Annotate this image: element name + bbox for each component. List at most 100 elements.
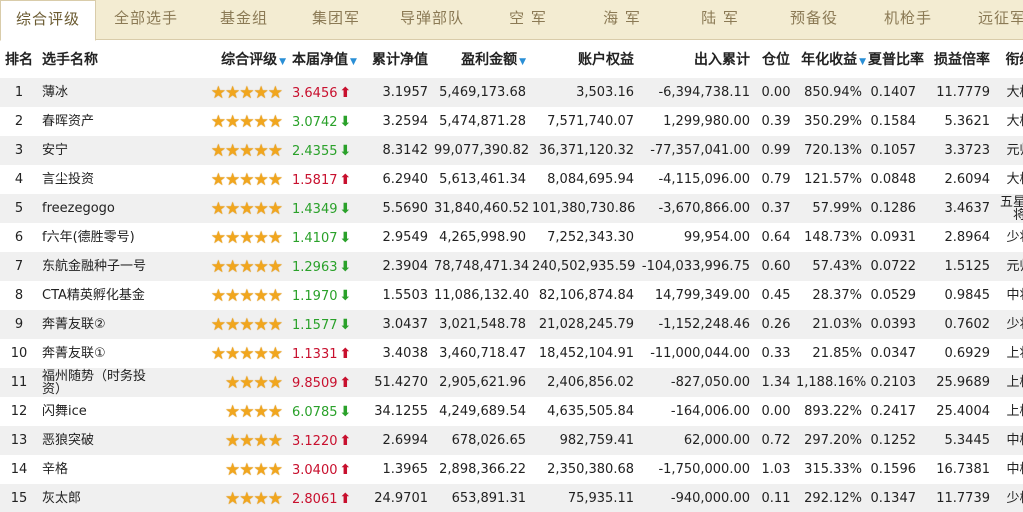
- col-rating[interactable]: 综合评级 ▼: [150, 40, 288, 78]
- tab-label: 机枪手: [883, 9, 932, 27]
- rank-cell: 5: [0, 194, 38, 223]
- tab-missile-force[interactable]: 导弹部队: [380, 0, 484, 40]
- table-row[interactable]: 2 春晖资产 ★★★★★ 3.0742 ⬇ 3.2594 5,474,871.28 7,571…: [0, 107, 1023, 136]
- nav-cell: 1.1970 ⬇: [288, 281, 362, 310]
- sharpe-cell: 0.0722: [868, 252, 922, 281]
- equity-cell: 4,635,505.84: [532, 397, 640, 426]
- profit-cell: 5,474,871.28: [434, 107, 532, 136]
- pl-ratio-cell: 25.4004: [922, 397, 996, 426]
- equity-cell: 982,759.41: [532, 426, 640, 455]
- tab-air-force[interactable]: 空 军: [484, 0, 572, 40]
- col-rank[interactable]: 排名: [0, 40, 38, 78]
- tab-overall-rating[interactable]: 综合评级: [0, 0, 96, 41]
- table-header-row: 排名 选手名称 综合评级 ▼ 本届净值 ▼ 累计净值 盈利金额 ▼ 账户权益 出入累计…: [0, 40, 1023, 78]
- profit-cell: 5,613,461.34: [434, 165, 532, 194]
- arrow-up-icon: ⬆: [339, 345, 352, 362]
- col-sharpe[interactable]: 夏普比率: [868, 40, 924, 78]
- tab-navy[interactable]: 海 军: [572, 0, 672, 40]
- position-cell: 0.99: [756, 136, 796, 165]
- table-row[interactable]: 4 言尘投资 ★★★★★ 1.5817 ⬆ 6.2940 5,613,461.34 8,084…: [0, 165, 1023, 194]
- player-name-link[interactable]: 安宁: [38, 136, 150, 165]
- cum-nav-cell: 1.5503: [362, 281, 434, 310]
- sharpe-cell: 0.1407: [868, 78, 922, 107]
- table-row[interactable]: 6 f六年(德胜零号) ★★★★★ 1.4107 ⬇ 2.9549 4,265,998.90…: [0, 223, 1023, 252]
- col-position[interactable]: 仓位: [756, 40, 796, 78]
- table-row[interactable]: 5 freezegogo ★★★★★ 1.4349 ⬇ 5.5690 31,840,460.…: [0, 194, 1023, 223]
- table-row[interactable]: 3 安宁 ★★★★★ 2.4355 ⬇ 8.3142 99,077,390.82 36,371…: [0, 136, 1023, 165]
- player-name-link[interactable]: freezegogo: [38, 194, 150, 223]
- table-row[interactable]: 8 CTA精英孵化基金 ★★★★★ 1.1970 ⬇ 1.5503 11,086,132.4…: [0, 281, 1023, 310]
- tab-label: 海 军: [603, 9, 641, 27]
- col-nav[interactable]: 本届净值 ▼: [288, 40, 362, 78]
- table-row[interactable]: 13 恶狼突破 ★★★★ 3.1220 ⬆ 2.6994 678,026.65 982,759…: [0, 426, 1023, 455]
- annual-cell: 1,188.16%: [796, 368, 868, 397]
- table-row[interactable]: 9 奔菁友联② ★★★★★ 1.1577 ⬇ 3.0437 3,021,548.78 21,0…: [0, 310, 1023, 339]
- table-row[interactable]: 7 东航金融种子一号 ★★★★★ 1.2963 ⬇ 2.3904 78,748,471.34…: [0, 252, 1023, 281]
- profit-cell: 3,460,718.47: [434, 339, 532, 368]
- col-nav-label: 本届净值: [292, 52, 348, 68]
- col-pl-ratio[interactable]: 损益倍率: [922, 40, 996, 78]
- col-profit[interactable]: 盈利金额 ▼: [434, 40, 532, 78]
- cum-nav-cell: 24.9701: [362, 484, 434, 512]
- player-name-link[interactable]: 福州随势（时务投资）: [38, 368, 150, 397]
- tab-fund-group[interactable]: 基金组: [196, 0, 292, 40]
- table-row[interactable]: 1 薄冰 ★★★★★ 3.6456 ⬆ 3.1957 5,469,173.68 3,503.1…: [0, 78, 1023, 107]
- profit-cell: 653,891.31: [434, 484, 532, 512]
- player-name-link[interactable]: 闪舞ice: [38, 397, 150, 426]
- player-name-link[interactable]: 奔菁友联②: [38, 310, 150, 339]
- player-name-link[interactable]: 春晖资产: [38, 107, 150, 136]
- sort-desc-icon: ▼: [279, 57, 286, 67]
- rank-cell: 4: [0, 165, 38, 194]
- position-cell: 0.79: [756, 165, 796, 194]
- tab-reserve[interactable]: 预备役: [768, 0, 860, 40]
- tab-army-group[interactable]: 集团军: [292, 0, 380, 40]
- table-row[interactable]: 15 灰太郎 ★★★★ 2.8061 ⬆ 24.9701 653,891.31 75,935.…: [0, 484, 1023, 512]
- equity-cell: 21,028,245.79: [532, 310, 640, 339]
- player-name-link[interactable]: 言尘投资: [38, 165, 150, 194]
- annual-cell: 148.73%: [796, 223, 868, 252]
- position-cell: 0.60: [756, 252, 796, 281]
- table-row[interactable]: 14 辛格 ★★★★ 3.0400 ⬆ 1.3965 2,898,366.22 2,350,3…: [0, 455, 1023, 484]
- col-equity[interactable]: 账户权益: [532, 40, 640, 78]
- pl-ratio-cell: 5.3621: [922, 107, 996, 136]
- col-name[interactable]: 选手名称: [38, 40, 150, 78]
- col-flow[interactable]: 出入累计: [640, 40, 756, 78]
- table-row[interactable]: 11 福州随势（时务投资） ★★★★ 9.8509 ⬆ 51.4270 2,905,621.…: [0, 368, 1023, 397]
- col-title[interactable]: 衔级: [996, 40, 1023, 78]
- table-row[interactable]: 12 闪舞ice ★★★★ 6.0785 ⬇ 34.1255 4,249,689.54 4,6…: [0, 397, 1023, 426]
- player-name-link[interactable]: f六年(德胜零号): [38, 223, 150, 252]
- title-cell: 少将: [996, 223, 1023, 252]
- rating-stars: ★★★★★: [150, 310, 288, 339]
- nav-cell: 9.8509 ⬆: [288, 368, 362, 397]
- tab-army[interactable]: 陆 军: [672, 0, 768, 40]
- rating-stars: ★★★★: [150, 484, 288, 512]
- annual-cell: 720.13%: [796, 136, 868, 165]
- position-cell: 1.34: [756, 368, 796, 397]
- player-name-link[interactable]: 恶狼突破: [38, 426, 150, 455]
- sort-desc-icon: ▼: [859, 57, 866, 67]
- player-name-link[interactable]: 东航金融种子一号: [38, 252, 150, 281]
- col-cum-nav[interactable]: 累计净值: [362, 40, 434, 78]
- player-name-link[interactable]: 灰太郎: [38, 484, 150, 512]
- tab-expeditionary[interactable]: 远征军: [956, 0, 1023, 40]
- arrow-down-icon: ⬇: [339, 142, 352, 159]
- pl-ratio-cell: 11.7739: [922, 484, 996, 512]
- tab-all-players[interactable]: 全部选手: [96, 0, 196, 40]
- table-row[interactable]: 10 奔菁友联① ★★★★★ 1.1331 ⬆ 3.4038 3,460,718.47 18,…: [0, 339, 1023, 368]
- cum-nav-cell: 2.9549: [362, 223, 434, 252]
- tab-label: 综合评级: [15, 10, 80, 28]
- sort-desc-icon: ▼: [519, 57, 526, 67]
- position-cell: 0.00: [756, 78, 796, 107]
- player-name-link[interactable]: 辛格: [38, 455, 150, 484]
- player-name-link[interactable]: CTA精英孵化基金: [38, 281, 150, 310]
- tab-label: 陆 军: [701, 9, 739, 27]
- tab-machine-gunner[interactable]: 机枪手: [860, 0, 956, 40]
- tab-label: 集团军: [311, 9, 360, 27]
- rating-stars: ★★★★★: [150, 281, 288, 310]
- player-name-link[interactable]: 薄冰: [38, 78, 150, 107]
- col-annual[interactable]: 年化收益 ▼: [796, 40, 868, 78]
- tab-label: 空 军: [509, 9, 547, 27]
- player-name-link[interactable]: 奔菁友联①: [38, 339, 150, 368]
- sharpe-cell: 0.0347: [868, 339, 922, 368]
- rank-cell: 13: [0, 426, 38, 455]
